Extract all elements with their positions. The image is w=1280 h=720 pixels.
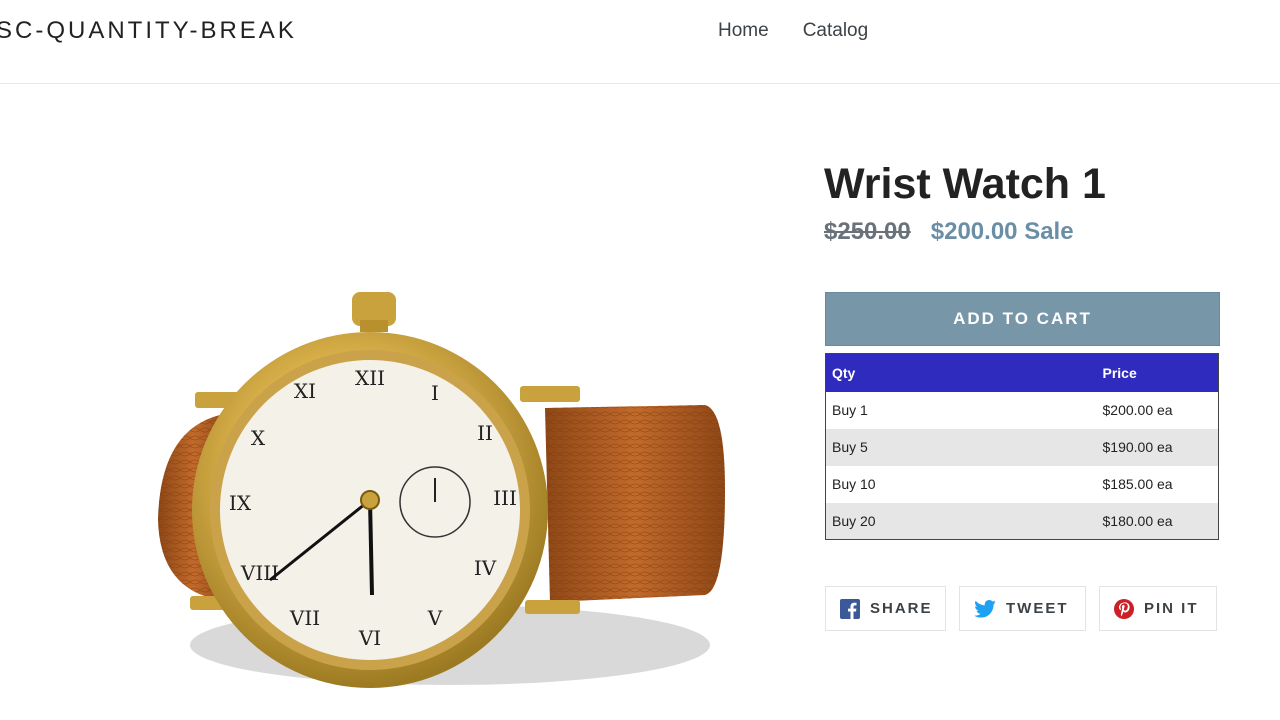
twitter-icon <box>974 599 996 618</box>
svg-text:XI: XI <box>294 379 316 403</box>
sale-price-value: $200.00 <box>930 218 1018 245</box>
table-row: Buy 5 $190.00 ea <box>825 428 1219 466</box>
pin-label: PIN IT <box>1144 600 1199 617</box>
price-cell: $190.00 ea <box>1102 428 1219 466</box>
site-header: SC-QUANTITY-BREAK Home Catalog <box>0 0 1280 84</box>
svg-text:IX: IX <box>229 491 252 515</box>
original-price: $250.00 <box>824 218 911 245</box>
sale-price: $200.00 Sale <box>931 218 1074 246</box>
pinterest-icon <box>1114 598 1134 619</box>
svg-text:VII: VII <box>289 606 320 630</box>
product-title: Wrist Watch 1 <box>824 160 1106 208</box>
table-row: Buy 1 $200.00 ea <box>826 392 1219 429</box>
quantity-break-table: Qty Price Buy 1 $200.00 ea Buy 5 $190.00… <box>825 353 1219 540</box>
svg-text:IV: IV <box>474 556 497 580</box>
price-cell: $185.00 ea <box>1102 476 1173 492</box>
qty-cell: Buy 20 <box>825 502 1103 540</box>
svg-text:X: X <box>251 426 266 450</box>
qty-cell: Buy 10 <box>832 476 876 492</box>
svg-text:III: III <box>493 486 517 510</box>
price-cell: $200.00 ea <box>1102 402 1173 418</box>
facebook-share-button[interactable]: SHARE <box>825 586 946 631</box>
pinterest-pin-button[interactable]: PIN IT <box>1099 586 1217 631</box>
qty-cell: Buy 5 <box>825 428 1103 466</box>
svg-text:VI: VI <box>358 626 381 650</box>
svg-text:XII: XII <box>355 366 385 390</box>
facebook-icon <box>840 598 860 619</box>
main-nav: Home Catalog <box>718 20 868 42</box>
table-row: Buy 20 $180.00 ea <box>825 502 1219 540</box>
site-logo[interactable]: SC-QUANTITY-BREAK <box>0 17 297 45</box>
qty-column-header: Qty <box>825 353 1103 392</box>
tweet-label: TWEET <box>1006 600 1069 617</box>
price-row: $250.00 $200.00 Sale <box>824 218 1074 246</box>
share-label: SHARE <box>870 600 933 617</box>
twitter-tweet-button[interactable]: TWEET <box>959 586 1086 631</box>
table-header-row: Qty Price <box>825 353 1219 392</box>
add-to-cart-button[interactable]: ADD TO CART <box>825 292 1220 346</box>
svg-text:I: I <box>431 381 439 405</box>
price-cell: $180.00 ea <box>1102 502 1219 540</box>
qty-cell: Buy 1 <box>832 402 868 418</box>
nav-catalog-link[interactable]: Catalog <box>803 20 869 42</box>
svg-text:II: II <box>477 421 493 445</box>
svg-text:VIII: VIII <box>240 561 279 585</box>
table-row: Buy 10 $185.00 ea <box>826 466 1219 503</box>
svg-text:V: V <box>427 606 443 630</box>
sale-label: Sale <box>1024 218 1074 245</box>
nav-home-link[interactable]: Home <box>718 20 769 42</box>
price-column-header: Price <box>1102 353 1219 392</box>
product-image[interactable]: XII I II III IV V VI VII VIII IX X XI <box>150 290 730 700</box>
